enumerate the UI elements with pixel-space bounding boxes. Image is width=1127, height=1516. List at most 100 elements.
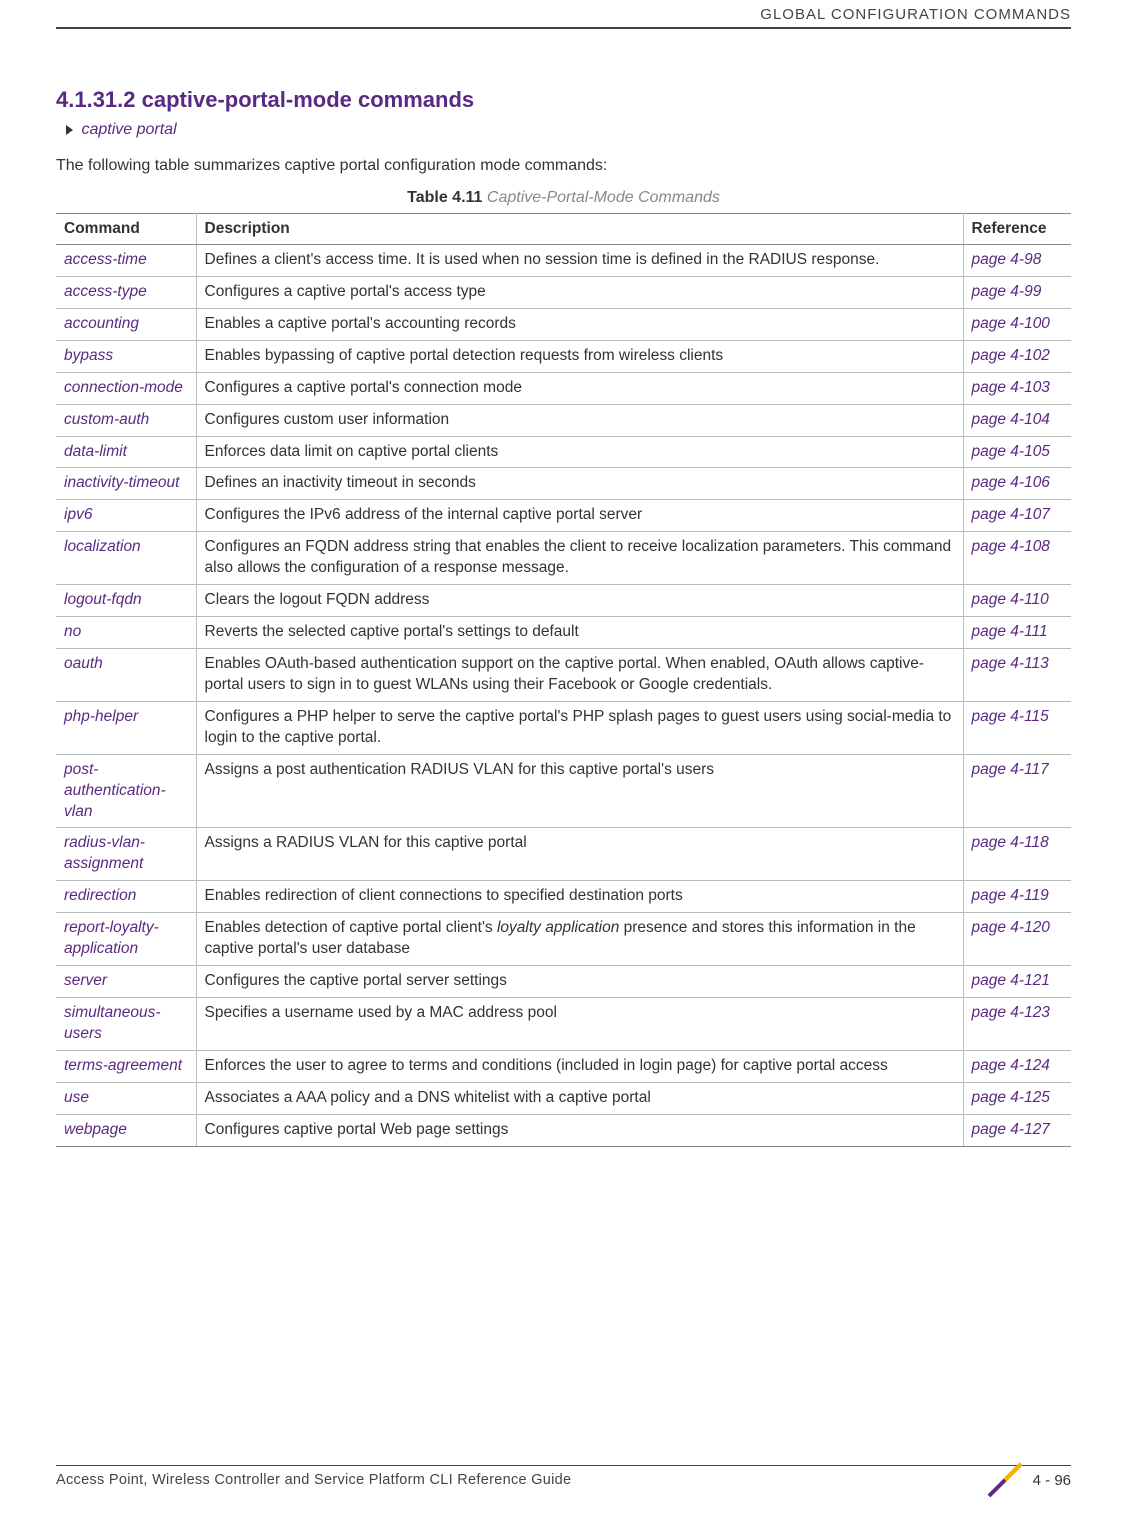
description-cell: Configures a captive portal's connection… <box>196 372 963 404</box>
reference-cell[interactable]: page 4-117 <box>963 754 1071 828</box>
table-row: radius-vlan-assignmentAssigns a RADIUS V… <box>56 828 1071 881</box>
description-cell: Assigns a post authentication RADIUS VLA… <box>196 754 963 828</box>
table-label: Table 4.11 <box>407 189 482 206</box>
command-cell[interactable]: logout-fqdn <box>56 585 196 617</box>
description-cell: Clears the logout FQDN address <box>196 585 963 617</box>
command-cell[interactable]: use <box>56 1082 196 1114</box>
command-cell[interactable]: php-helper <box>56 701 196 754</box>
description-cell: Defines an inactivity timeout in seconds <box>196 468 963 500</box>
description-cell: Enforces the user to agree to terms and … <box>196 1050 963 1082</box>
reference-cell[interactable]: page 4-108 <box>963 532 1071 585</box>
description-cell: Configures a captive portal's access typ… <box>196 276 963 308</box>
description-cell: Enables OAuth-based authentication suppo… <box>196 648 963 701</box>
table-row: redirectionEnables redirection of client… <box>56 881 1071 913</box>
command-cell[interactable]: inactivity-timeout <box>56 468 196 500</box>
command-cell[interactable]: webpage <box>56 1114 196 1146</box>
command-cell[interactable]: connection-mode <box>56 372 196 404</box>
command-cell[interactable]: custom-auth <box>56 404 196 436</box>
reference-cell[interactable]: page 4-120 <box>963 913 1071 966</box>
description-cell: Enables redirection of client connection… <box>196 881 963 913</box>
section-heading: 4.1.31.2 captive-portal-mode commands <box>56 87 1071 113</box>
reference-cell[interactable]: page 4-107 <box>963 500 1071 532</box>
description-cell: Enables a captive portal's accounting re… <box>196 308 963 340</box>
command-cell[interactable]: access-type <box>56 276 196 308</box>
footer-text: Access Point, Wireless Controller and Se… <box>56 1472 571 1488</box>
page-number: 4 - 96 <box>1033 1472 1071 1489</box>
command-cell[interactable]: no <box>56 617 196 649</box>
reference-cell[interactable]: page 4-105 <box>963 436 1071 468</box>
th-reference: Reference <box>963 214 1071 245</box>
reference-cell[interactable]: page 4-113 <box>963 648 1071 701</box>
breadcrumb[interactable]: captive portal <box>66 121 1071 139</box>
command-cell[interactable]: accounting <box>56 308 196 340</box>
command-cell[interactable]: bypass <box>56 340 196 372</box>
reference-cell[interactable]: page 4-100 <box>963 308 1071 340</box>
description-cell: Configures an FQDN address string that e… <box>196 532 963 585</box>
command-cell[interactable]: access-time <box>56 245 196 277</box>
reference-cell[interactable]: page 4-124 <box>963 1050 1071 1082</box>
footer-logo-icon <box>987 1462 1023 1498</box>
command-cell[interactable]: redirection <box>56 881 196 913</box>
description-cell: Configures captive portal Web page setti… <box>196 1114 963 1146</box>
reference-cell[interactable]: page 4-118 <box>963 828 1071 881</box>
description-cell: Assigns a RADIUS VLAN for this captive p… <box>196 828 963 881</box>
table-row: noReverts the selected captive portal's … <box>56 617 1071 649</box>
command-cell[interactable]: server <box>56 966 196 998</box>
reference-cell[interactable]: page 4-125 <box>963 1082 1071 1114</box>
description-cell: Enables detection of captive portal clie… <box>196 913 963 966</box>
reference-cell[interactable]: page 4-102 <box>963 340 1071 372</box>
description-cell: Configures custom user information <box>196 404 963 436</box>
description-cell: Enables bypassing of captive portal dete… <box>196 340 963 372</box>
description-cell: Configures the captive portal server set… <box>196 966 963 998</box>
command-cell[interactable]: oauth <box>56 648 196 701</box>
table-row: simultaneous-usersSpecifies a username u… <box>56 997 1071 1050</box>
table-row: localizationConfigures an FQDN address s… <box>56 532 1071 585</box>
table-row: inactivity-timeoutDefines an inactivity … <box>56 468 1071 500</box>
table-row: access-timeDefines a client's access tim… <box>56 245 1071 277</box>
reference-cell[interactable]: page 4-110 <box>963 585 1071 617</box>
table-row: php-helperConfigures a PHP helper to ser… <box>56 701 1071 754</box>
command-cell[interactable]: terms-agreement <box>56 1050 196 1082</box>
command-cell[interactable]: localization <box>56 532 196 585</box>
table-row: logout-fqdnClears the logout FQDN addres… <box>56 585 1071 617</box>
table-row: report-loyalty-applicationEnables detect… <box>56 913 1071 966</box>
command-cell[interactable]: post-authentication-vlan <box>56 754 196 828</box>
reference-cell[interactable]: page 4-103 <box>963 372 1071 404</box>
command-cell[interactable]: data-limit <box>56 436 196 468</box>
table-row: post-authentication-vlanAssigns a post a… <box>56 754 1071 828</box>
reference-cell[interactable]: page 4-123 <box>963 997 1071 1050</box>
reference-cell[interactable]: page 4-99 <box>963 276 1071 308</box>
table-row: webpageConfigures captive portal Web pag… <box>56 1114 1071 1146</box>
reference-cell[interactable]: page 4-119 <box>963 881 1071 913</box>
table-row: bypassEnables bypassing of captive porta… <box>56 340 1071 372</box>
th-command: Command <box>56 214 196 245</box>
table-row: oauthEnables OAuth-based authentication … <box>56 648 1071 701</box>
page-footer: Access Point, Wireless Controller and Se… <box>56 1462 1071 1498</box>
table-row: useAssociates a AAA policy and a DNS whi… <box>56 1082 1071 1114</box>
table-row: ipv6Configures the IPv6 address of the i… <box>56 500 1071 532</box>
page-header: GLOBAL CONFIGURATION COMMANDS <box>56 0 1071 27</box>
reference-cell[interactable]: page 4-106 <box>963 468 1071 500</box>
reference-cell[interactable]: page 4-115 <box>963 701 1071 754</box>
table-row: data-limitEnforces data limit on captive… <box>56 436 1071 468</box>
table-row: serverConfigures the captive portal serv… <box>56 966 1071 998</box>
description-cell: Specifies a username used by a MAC addre… <box>196 997 963 1050</box>
command-cell[interactable]: ipv6 <box>56 500 196 532</box>
reference-cell[interactable]: page 4-127 <box>963 1114 1071 1146</box>
table-row: custom-authConfigures custom user inform… <box>56 404 1071 436</box>
reference-cell[interactable]: page 4-111 <box>963 617 1071 649</box>
reference-cell[interactable]: page 4-104 <box>963 404 1071 436</box>
commands-table: Command Description Reference access-tim… <box>56 213 1071 1147</box>
header-rule <box>56 27 1071 29</box>
reference-cell[interactable]: page 4-121 <box>963 966 1071 998</box>
command-cell[interactable]: report-loyalty-application <box>56 913 196 966</box>
description-cell: Associates a AAA policy and a DNS whitel… <box>196 1082 963 1114</box>
description-cell: Enforces data limit on captive portal cl… <box>196 436 963 468</box>
th-description: Description <box>196 214 963 245</box>
description-cell: Reverts the selected captive portal's se… <box>196 617 963 649</box>
command-cell[interactable]: simultaneous-users <box>56 997 196 1050</box>
command-cell[interactable]: radius-vlan-assignment <box>56 828 196 881</box>
reference-cell[interactable]: page 4-98 <box>963 245 1071 277</box>
description-cell: Defines a client's access time. It is us… <box>196 245 963 277</box>
description-cell: Configures the IPv6 address of the inter… <box>196 500 963 532</box>
